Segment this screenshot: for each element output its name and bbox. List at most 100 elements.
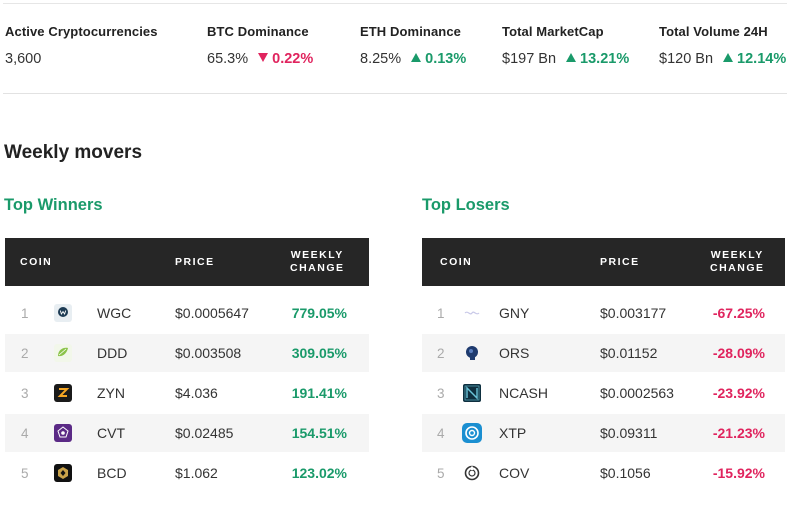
stat-total-marketcap: Total MarketCap $197 Bn 13.21% xyxy=(502,24,629,67)
rank-number: 5 xyxy=(21,465,29,481)
header-coin[interactable]: COIN xyxy=(20,238,52,286)
stat-value-text: $197 Bn xyxy=(502,51,557,67)
coin-symbol[interactable]: GNY xyxy=(499,294,529,332)
table-row[interactable]: 3 NCASH $0.0002563 -23.92% xyxy=(422,374,785,412)
coin-symbol[interactable]: XTP xyxy=(499,414,526,452)
stat-value: 8.25% 0.13% xyxy=(360,51,466,67)
coin-price: $0.02485 xyxy=(175,425,234,441)
header-coin[interactable]: COIN xyxy=(440,238,472,286)
triangle-up-icon xyxy=(411,53,422,62)
rank-number: 4 xyxy=(437,425,445,441)
coin-symbol[interactable]: ZYN xyxy=(97,374,125,412)
triangle-down-icon xyxy=(258,53,269,62)
coin-price: $0.09311 xyxy=(600,425,658,441)
coin-price: $0.003177 xyxy=(600,305,667,321)
table-row[interactable]: 5 BCD $1.062 123.02% xyxy=(5,454,369,492)
table-row[interactable]: 3 ZYN $4.036 191.41% xyxy=(5,374,369,412)
ddd-icon xyxy=(53,334,73,372)
weekly-change-value: -67.25% xyxy=(712,305,765,321)
weekly-change-value: 191.41% xyxy=(291,385,347,401)
losers-table-header: COIN PRICE WEEKLY CHANGE xyxy=(422,238,785,286)
rank-number: 2 xyxy=(21,345,29,361)
stat-value: 3,600 xyxy=(5,51,158,67)
stat-label: BTC Dominance xyxy=(207,24,309,39)
weekly-change-value: -28.09% xyxy=(712,345,765,361)
header-weekly-change-line2: CHANGE xyxy=(710,262,765,274)
triangle-up-icon xyxy=(723,53,734,62)
stat-btc-dominance: BTC Dominance 65.3% 0.22% xyxy=(207,24,313,67)
table-row[interactable]: 4 CVT $0.02485 154.51% xyxy=(5,414,369,452)
stat-change: 12.14% xyxy=(737,51,787,67)
coin-price: $4.036 xyxy=(175,385,218,401)
top-losers-title: Top Losers xyxy=(422,196,510,214)
cov-icon xyxy=(462,454,482,492)
stat-active-cryptocurrencies: Active Cryptocurrencies 3,600 xyxy=(5,24,158,67)
coin-symbol[interactable]: CVT xyxy=(97,414,125,452)
header-weekly-change-line2: CHANGE xyxy=(290,262,345,274)
table-row[interactable]: 4 XTP $0.09311 -21.23% xyxy=(422,414,785,452)
wgc-icon-graphic xyxy=(53,303,73,323)
gny-icon xyxy=(462,294,482,332)
stats-divider xyxy=(3,93,787,94)
coin-symbol[interactable]: DDD xyxy=(97,334,127,372)
coin-symbol[interactable]: COV xyxy=(499,454,529,492)
coin-symbol[interactable]: ORS xyxy=(499,334,529,372)
header-price[interactable]: PRICE xyxy=(175,238,215,286)
zyn-icon-graphic xyxy=(53,383,73,403)
rank-number: 3 xyxy=(437,385,445,401)
ncash-icon xyxy=(462,374,482,412)
table-row[interactable]: 1 WGC $0.0005647 779.05% xyxy=(5,294,369,332)
coin-price: $0.003508 xyxy=(175,345,242,361)
stat-change: 13.21% xyxy=(580,51,630,67)
stat-value: $197 Bn 13.21% xyxy=(502,51,629,67)
header-weekly-change-line1: WEEKLY xyxy=(290,249,344,261)
rank-number: 1 xyxy=(437,305,445,321)
stat-label: Active Cryptocurrencies xyxy=(5,24,158,39)
stat-value-text: 8.25% xyxy=(360,51,402,67)
stat-label: Total Volume 24H xyxy=(659,24,768,39)
cov-icon-graphic xyxy=(462,463,482,483)
stat-value-text: $120 Bn xyxy=(659,51,714,67)
ddd-icon-graphic xyxy=(53,343,73,363)
weekly-change-value: 309.05% xyxy=(291,345,347,361)
stat-value-text: 65.3% xyxy=(207,51,249,67)
weekly-change-value: -23.92% xyxy=(712,385,765,401)
cvt-icon xyxy=(53,414,73,452)
table-row[interactable]: 2 DDD $0.003508 309.05% xyxy=(5,334,369,372)
table-row[interactable]: 5 COV $0.1056 -15.92% xyxy=(422,454,785,492)
top-winners-panel: Top Winners COIN PRICE WEEKLY CHANGE 1 WGC… xyxy=(4,196,369,482)
rank-number: 4 xyxy=(21,425,29,441)
coin-symbol[interactable]: WGC xyxy=(97,294,131,332)
weekly-change-value: -15.92% xyxy=(712,465,765,481)
coin-price: $0.0002563 xyxy=(600,385,674,401)
weekly-change-value: 154.51% xyxy=(291,425,347,441)
rank-number: 5 xyxy=(437,465,445,481)
ncash-icon-graphic xyxy=(462,383,482,403)
header-price[interactable]: PRICE xyxy=(600,238,640,286)
bcd-icon-graphic xyxy=(53,463,73,483)
stat-label: Total MarketCap xyxy=(502,24,604,39)
cvt-icon-graphic xyxy=(53,423,73,443)
weekly-change-value: 779.05% xyxy=(291,305,347,321)
weekly-change-value: 123.02% xyxy=(291,465,347,481)
header-weekly-change[interactable]: WEEKLY CHANGE xyxy=(290,238,345,286)
stat-change: 0.22% xyxy=(272,51,314,67)
coin-symbol[interactable]: NCASH xyxy=(499,374,548,412)
stat-label: ETH Dominance xyxy=(360,24,461,39)
coin-price: $0.01152 xyxy=(600,345,658,361)
gny-icon-graphic xyxy=(462,303,482,323)
rank-number: 3 xyxy=(21,385,29,401)
triangle-up-icon xyxy=(566,53,577,62)
rank-number: 2 xyxy=(437,345,445,361)
coin-price: $1.062 xyxy=(175,465,218,481)
top-losers-panel: Top Losers COIN PRICE WEEKLY CHANGE 1 GNY $… xyxy=(422,196,786,481)
table-row[interactable]: 2 ORS $0.01152 -28.09% xyxy=(422,334,785,372)
stat-eth-dominance: ETH Dominance 8.25% 0.13% xyxy=(360,24,466,67)
coin-symbol[interactable]: BCD xyxy=(97,454,127,492)
ors-icon-graphic xyxy=(462,343,482,363)
rank-number: 1 xyxy=(21,305,29,321)
table-row[interactable]: 1 GNY $0.003177 -67.25% xyxy=(422,294,785,332)
stat-value: $120 Bn 12.14% xyxy=(659,51,786,67)
header-weekly-change[interactable]: WEEKLY CHANGE xyxy=(710,238,765,286)
section-title: Weekly movers xyxy=(4,142,143,163)
